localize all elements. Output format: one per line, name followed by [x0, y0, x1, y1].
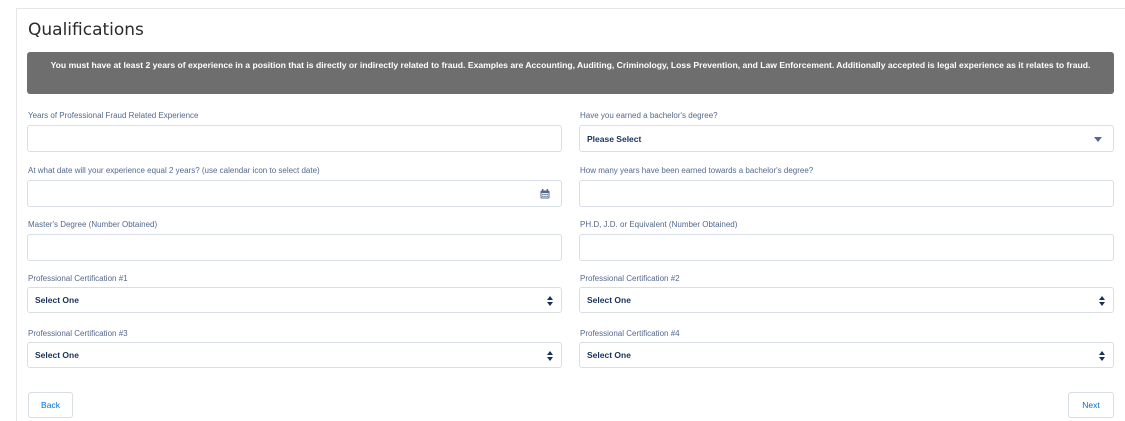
years-towards-bachelors-input[interactable] — [579, 180, 1114, 207]
bachelors-select-value: Please Select — [587, 134, 642, 144]
chevron-down-icon — [1094, 137, 1102, 142]
cert2-label: Professional Certification #2 — [580, 274, 680, 283]
years-experience-input[interactable] — [27, 125, 562, 152]
cert4-select-value: Select One — [587, 350, 631, 360]
cert1-label: Professional Certification #1 — [28, 274, 128, 283]
phd-label: PH.D, J.D. or Equivalent (Number Obtaine… — [580, 220, 738, 229]
cert2-select[interactable]: Select One — [579, 287, 1114, 313]
up-down-arrows-icon — [547, 351, 553, 361]
phd-input[interactable] — [579, 234, 1114, 261]
years-towards-bachelors-label: How many years have been earned towards … — [580, 166, 814, 175]
back-button[interactable]: Back — [28, 392, 73, 418]
masters-label: Master's Degree (Number Obtained) — [28, 220, 158, 229]
up-down-arrows-icon — [1099, 351, 1105, 361]
cert1-select[interactable]: Select One — [27, 287, 562, 313]
page-title: Qualifications — [28, 20, 144, 40]
up-down-arrows-icon — [547, 296, 553, 306]
cert2-select-value: Select One — [587, 295, 631, 305]
up-down-arrows-icon — [1099, 296, 1105, 306]
next-button[interactable]: Next — [1068, 392, 1114, 418]
cert3-label: Professional Certification #3 — [28, 329, 128, 338]
requirement-notice: You must have at least 2 years of experi… — [27, 52, 1114, 94]
cert4-label: Professional Certification #4 — [580, 329, 680, 338]
experience-date-label: At what date will your experience equal … — [28, 166, 320, 175]
cert1-select-value: Select One — [35, 295, 79, 305]
calendar-icon[interactable] — [540, 189, 550, 199]
bachelors-select[interactable]: Please Select — [579, 125, 1114, 152]
experience-date-input[interactable] — [27, 180, 562, 207]
cert3-select-value: Select One — [35, 350, 79, 360]
masters-input[interactable] — [27, 234, 562, 261]
years-experience-label: Years of Professional Fraud Related Expe… — [28, 111, 199, 120]
cert4-select[interactable]: Select One — [579, 342, 1114, 368]
cert3-select[interactable]: Select One — [27, 342, 562, 368]
bachelors-label: Have you earned a bachelor's degree? — [580, 111, 718, 120]
